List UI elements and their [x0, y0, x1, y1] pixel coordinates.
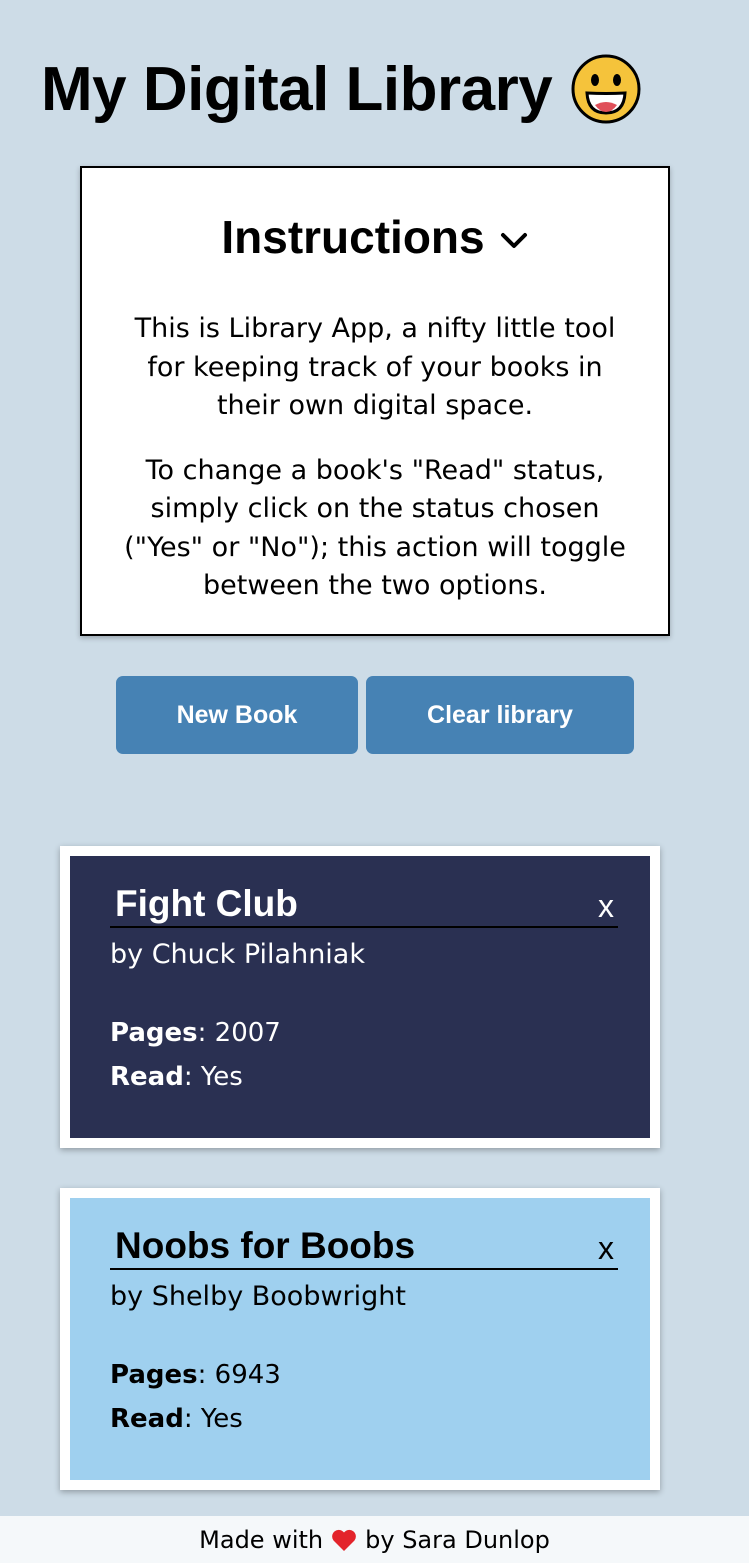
book-card-header: Fight Club x	[110, 882, 618, 928]
book-card: Fight Club x by Chuck Pilahniak Pages: 2…	[60, 846, 660, 1148]
remove-book-button[interactable]: x	[598, 888, 614, 924]
book-pages-label: Pages	[110, 1360, 198, 1390]
book-pages-value: 2007	[214, 1018, 281, 1048]
book-read-status: Read: Yes	[110, 1404, 243, 1434]
read-status-toggle[interactable]: Yes	[201, 1062, 243, 1092]
page-title-text: My Digital Library	[41, 54, 553, 124]
footer-suffix: by Sara Dunlop	[365, 1525, 550, 1554]
remove-book-button[interactable]: x	[598, 1230, 614, 1266]
book-title: Fight Club	[115, 883, 298, 924]
footer: Made with by Sara Dunlop	[0, 1516, 749, 1563]
book-pages-value: 6943	[214, 1360, 281, 1390]
grinning-face-icon	[571, 54, 641, 124]
book-card-header: Noobs for Boobs x	[110, 1224, 618, 1270]
instructions-paragraph-read-status: To change a book's "Read" status, simply…	[124, 454, 626, 602]
book-pages: Pages: 6943	[110, 1360, 281, 1390]
chevron-down-icon	[500, 233, 527, 248]
book-card-body: Noobs for Boobs x by Shelby Boobwright P…	[70, 1198, 650, 1480]
book-read-status: Read: Yes	[110, 1062, 243, 1092]
read-status-toggle[interactable]: Yes	[201, 1404, 243, 1434]
book-author: by Chuck Pilahniak	[110, 939, 365, 970]
book-read-label: Read	[110, 1404, 184, 1434]
footer-prefix: Made with	[199, 1525, 324, 1554]
instructions-toggle[interactable]: Instructions	[82, 210, 668, 264]
instructions-panel: Instructions This is Library App, a nift…	[80, 166, 670, 636]
book-title: Noobs for Boobs	[115, 1225, 416, 1266]
book-card: Noobs for Boobs x by Shelby Boobwright P…	[60, 1188, 660, 1490]
clear-library-button[interactable]: Clear library	[366, 676, 634, 754]
heart-icon	[332, 1529, 356, 1551]
book-pages-label: Pages	[110, 1018, 198, 1048]
book-read-label: Read	[110, 1062, 184, 1092]
book-author: by Shelby Boobwright	[110, 1281, 406, 1312]
new-book-button[interactable]: New Book	[116, 676, 358, 754]
book-pages: Pages: 2007	[110, 1018, 281, 1048]
book-card-body: Fight Club x by Chuck Pilahniak Pages: 2…	[70, 856, 650, 1138]
page-title: My Digital Library	[41, 52, 642, 126]
instructions-paragraph-intro: This is Library App, a nifty little tool…	[134, 313, 616, 421]
instructions-heading: Instructions	[221, 211, 485, 263]
